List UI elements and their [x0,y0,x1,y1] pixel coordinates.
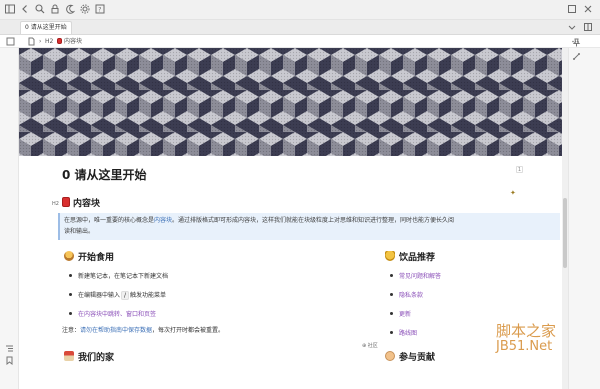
inline-code: / [121,291,130,300]
note-rest: ，每次打开时都会被重置。 [152,327,225,334]
note-label: 注意： [62,327,81,334]
bullet-dot [390,331,393,334]
bullet-dot [69,312,72,315]
heading-contribute[interactable]: 参与贡献 [385,350,435,363]
left-dock [0,48,19,389]
svg-text:?: ? [98,7,101,14]
bullet-dot [69,293,72,296]
heading-getting-started[interactable]: 开始食用 [64,250,114,263]
list-item-link[interactable]: 常见问题和解答 [399,273,441,280]
list-item-link[interactable]: 隐私条款 [399,292,423,299]
watermark-site: JB51.Net [496,339,553,354]
list-item-link[interactable]: 更新 [399,311,411,318]
section-heading-label: 内容块 [73,199,101,209]
bookmark-icon[interactable] [5,356,14,365]
layout-icon[interactable] [6,37,15,46]
watermark-logo: 脚本之家 [496,322,557,340]
list-item[interactable]: 在编辑器中输入 / 触发功能菜单 [69,291,166,300]
callout-text-b: 。通过排版格式即可形成内容块，这样我们就能在块级粒度上对思维和知识进行整理，同时… [172,217,455,224]
list-item[interactable]: 在内容块中跳转、窗口和页签 [69,310,156,319]
search-icon[interactable] [34,3,46,15]
app-window: ? 0 请从这里开始 › H2 内容块 0 请从这里开始 1 ✦ H2 内容块 … [0,0,600,389]
breadcrumb-page[interactable]: 内容块 [57,35,82,48]
heading-drinks[interactable]: 饮品推荐 [385,250,435,263]
heading-getting-started-label: 开始食用 [78,253,115,263]
food-icon [64,251,74,261]
breadcrumb-heading-badge[interactable]: H2 [45,35,53,48]
red-book-icon [62,197,70,207]
top-toolbar: ? [0,0,600,20]
list-item[interactable]: 路线图 [390,329,417,338]
list-item-link[interactable]: 路线图 [399,330,417,337]
breadcrumb: › H2 内容块 [0,35,600,48]
community-tag[interactable]: ⊕ 社区 [362,342,378,349]
bee-icon[interactable]: ✦ [510,189,516,197]
tab-bar: 0 请从这里开始 [0,20,600,35]
callout-text-c: 读和输出。 [64,228,95,235]
sidebar-toggle-icon[interactable] [4,3,16,15]
callout-link[interactable]: 内容块 [154,217,172,224]
moon-icon[interactable] [64,3,76,15]
breadcrumb-separator: › [39,38,42,45]
tab-menu-icon[interactable] [566,21,578,33]
intro-callout[interactable]: 在思源中，唯一重要的核心概念是内容块。通过排版格式即可形成内容块，这样我们就能在… [58,213,560,240]
graph-icon[interactable] [572,52,581,61]
restore-icon[interactable] [566,3,578,15]
list-item[interactable]: 常见问题和解答 [390,272,441,281]
note-highlight: 请勿在帮助指南中保存数据 [80,327,153,334]
list-item[interactable]: 隐私条款 [390,291,423,300]
heading-home[interactable]: 我们的家 [64,350,114,363]
heading-contribute-label: 参与贡献 [399,353,436,363]
list-item-suffix: 触发功能菜单 [130,292,167,299]
callout-text-a: 在思源中，唯一重要的核心概念是 [64,217,155,224]
list-item[interactable]: 更新 [390,310,411,319]
file-icon[interactable] [27,37,36,46]
note-paragraph[interactable]: 注意：请勿在帮助指南中保存数据，每次打开时都会被重置。 [62,325,224,334]
pin-icon[interactable] [572,38,581,47]
bullet-dot [69,274,72,277]
tab-start[interactable]: 0 请从这里开始 [20,21,72,34]
heading-home-label: 我们的家 [78,353,115,363]
community-label: 社区 [367,343,378,349]
editor-scrollbar[interactable] [562,48,568,389]
right-dock [568,38,600,389]
outline-icon[interactable] [5,344,14,353]
list-item-link[interactable]: 在内容块中跳转、窗口和页签 [78,311,156,318]
lock-icon[interactable] [49,3,61,15]
bullet-dot [390,293,393,296]
house-icon [64,351,74,361]
bullet-dot [390,312,393,315]
close-icon[interactable] [582,3,594,15]
help-icon[interactable]: ? [94,3,106,15]
breadcrumb-page-label: 内容块 [64,38,83,45]
red-book-icon [57,38,62,44]
split-icon[interactable] [582,21,594,33]
heading-level-badge[interactable]: H2 [52,201,59,207]
document-title[interactable]: 0 请从这里开始 [62,166,147,183]
heading-drinks-label: 饮品推荐 [399,253,436,263]
trophy-icon [385,251,395,261]
hand-icon [385,351,395,361]
scrollbar-thumb[interactable] [563,198,567,268]
list-item-text: 新建笔记本，在笔记本下新建文档 [78,273,169,280]
settings-icon[interactable] [79,3,91,15]
section-heading-content-blocks[interactable]: 内容块 [62,196,100,209]
list-item[interactable]: 新建笔记本，在笔记本下新建文档 [69,272,168,281]
back-icon[interactable] [19,3,31,15]
bullet-dot [390,274,393,277]
block-count-badge[interactable]: 1 [516,166,523,173]
editor[interactable]: 0 请从这里开始 1 ✦ H2 内容块 在思源中，唯一重要的核心概念是内容块。通… [19,48,568,389]
cover-image [19,48,562,156]
tab-label: 0 请从这里开始 [25,24,67,31]
list-item-prefix: 在编辑器中输入 [78,292,121,299]
